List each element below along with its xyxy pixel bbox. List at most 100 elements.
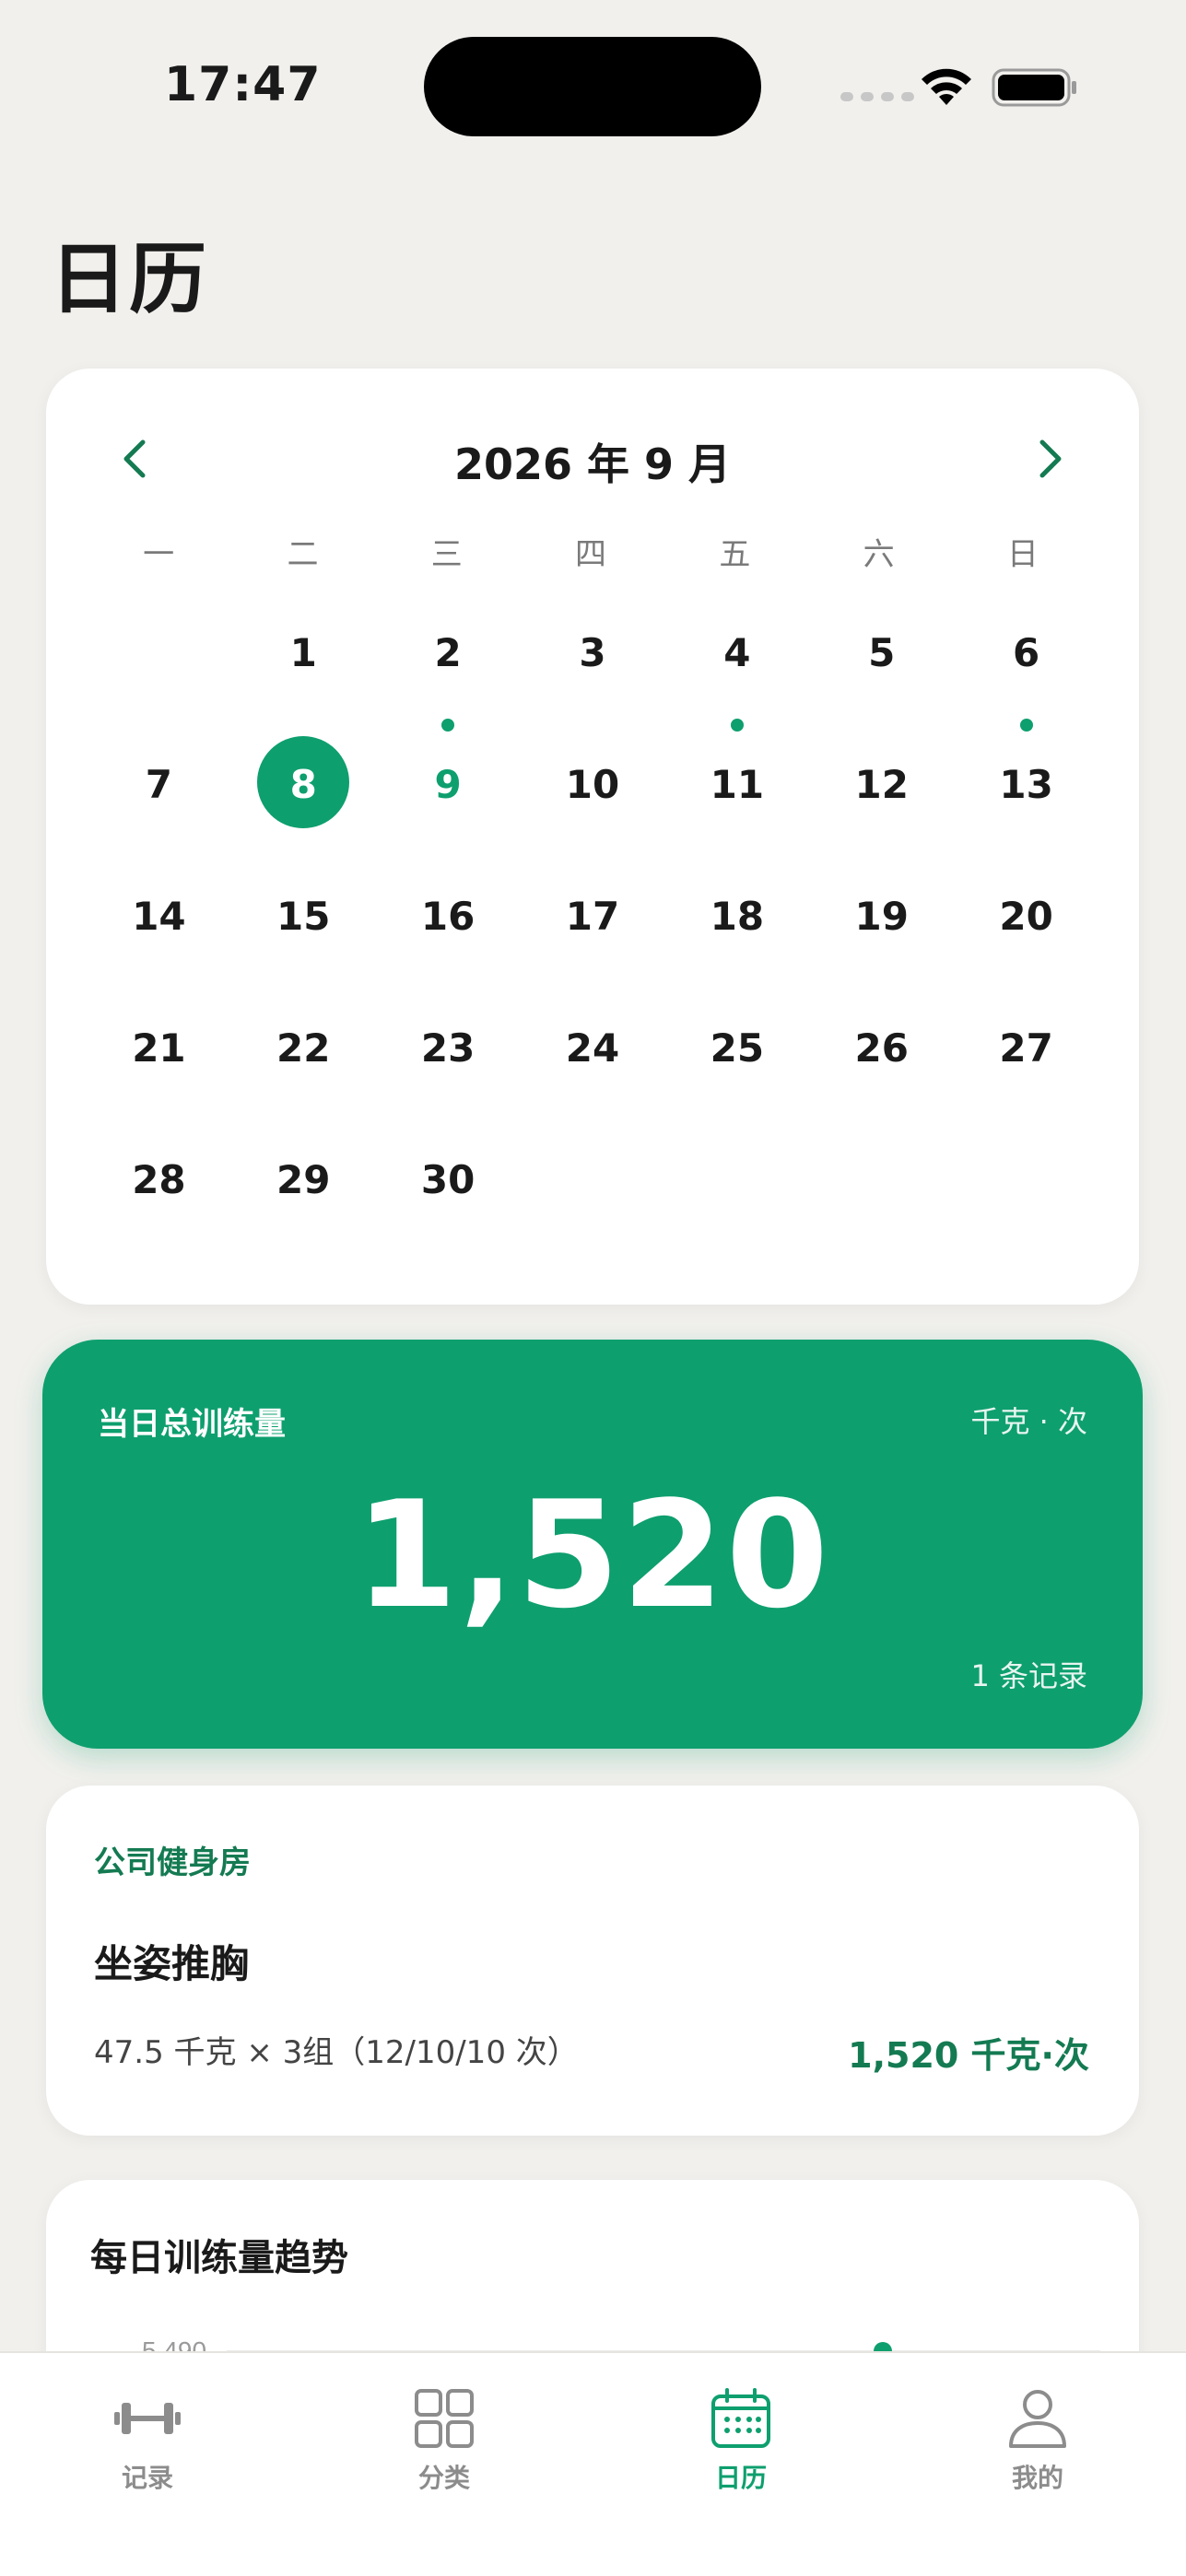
calendar-day[interactable]: 30: [376, 1126, 521, 1258]
day-number: 28: [132, 1157, 186, 1202]
wifi-icon: [922, 68, 971, 105]
workout-indicator-dot: [730, 719, 744, 732]
person-icon: [1009, 2390, 1066, 2448]
trend-title: 每日训练量趋势: [90, 2237, 348, 2279]
calendar-day[interactable]: 17: [521, 862, 665, 994]
tab-category[interactable]: 分类: [352, 2388, 536, 2517]
dynamic-island: [424, 37, 761, 136]
day-number: 25: [710, 1025, 765, 1071]
calendar-day[interactable]: 11: [664, 731, 809, 862]
workout-indicator-dot: [441, 719, 455, 732]
day-number: 3: [579, 630, 606, 675]
day-number: 6: [1012, 630, 1040, 675]
exercise-detail: 47.5 千克 × 3组（12/10/10 次）: [94, 2034, 579, 2071]
tab-calendar[interactable]: 日历: [649, 2388, 833, 2517]
day-number: 11: [710, 762, 765, 807]
next-month-button[interactable]: [1023, 431, 1078, 486]
day-number: 24: [565, 1025, 620, 1071]
day-number: 10: [565, 762, 620, 807]
calendar-day[interactable]: 2: [376, 599, 521, 732]
calendar-day[interactable]: 12: [809, 731, 954, 862]
tab-record[interactable]: 记录: [55, 2388, 240, 2517]
day-number: 2: [434, 630, 462, 675]
calendar-day[interactable]: 20: [954, 862, 1098, 994]
day-number: 4: [723, 630, 751, 675]
exercise-volume: 1,520 千克·次: [848, 2035, 1089, 2076]
day-number: 9: [434, 762, 462, 807]
calendar-day[interactable]: 7: [87, 731, 231, 862]
total-unit: 千克 · 次: [970, 1404, 1087, 1439]
weekday-label: 一: [143, 536, 175, 573]
day-number: 19: [854, 894, 909, 939]
battery-icon: [992, 68, 1076, 107]
day-number: 18: [710, 894, 765, 939]
exercise-name: 坐姿推胸: [94, 1941, 250, 1986]
chevron-right-icon: [1039, 439, 1062, 478]
calendar-day[interactable]: 22: [231, 994, 376, 1126]
calendar-day[interactable]: 29: [231, 1126, 376, 1258]
calendar-day[interactable]: 27: [954, 994, 1098, 1126]
total-label: 当日总训练量: [98, 1406, 286, 1443]
calendar-day[interactable]: 14: [87, 862, 231, 994]
day-number: 30: [420, 1157, 476, 1202]
calendar-day[interactable]: 19: [809, 862, 954, 994]
calendar-day[interactable]: 28: [87, 1126, 231, 1258]
calendar-day[interactable]: 10: [521, 731, 665, 862]
day-number: 8: [289, 762, 317, 807]
calendar-day[interactable]: 21: [87, 994, 231, 1126]
calendar-header: 2026 年 9 月: [46, 426, 1139, 490]
weekday-label: 日: [1006, 536, 1039, 573]
calendar-day[interactable]: 4: [664, 599, 809, 732]
day-number: 16: [420, 894, 476, 939]
calendar-day[interactable]: 9: [376, 731, 521, 862]
weekday-label: 四: [575, 536, 607, 573]
day-number: 12: [854, 762, 909, 807]
record-card[interactable]: 公司健身房 坐姿推胸 47.5 千克 × 3组（12/10/10 次） 1,52…: [46, 1786, 1139, 2136]
calendar-day[interactable]: 1: [231, 599, 376, 731]
status-bar: 17:47: [0, 0, 1186, 175]
weekday-label: 三: [430, 536, 463, 573]
calendar-day[interactable]: 15: [231, 862, 376, 994]
calendar-day[interactable]: 18: [664, 862, 809, 994]
day-number: 1: [289, 630, 317, 675]
calendar-empty-cell: [87, 599, 231, 731]
day-number: 26: [854, 1025, 909, 1071]
page-title: 日历: [50, 234, 209, 324]
workout-indicator-dot: [1019, 719, 1033, 732]
calendar-day[interactable]: 3: [521, 599, 665, 731]
day-number: 20: [999, 894, 1053, 939]
calendar-day[interactable]: 16: [376, 862, 521, 994]
calendar-day[interactable]: 5: [809, 599, 954, 731]
day-number: 22: [276, 1025, 331, 1071]
tab-label: 分类: [417, 2463, 470, 2493]
day-number: 13: [999, 762, 1053, 807]
tab-label: 记录: [121, 2463, 173, 2493]
calendar-day[interactable]: 6: [954, 599, 1098, 732]
day-number: 5: [868, 630, 896, 675]
weekday-label: 六: [863, 536, 895, 573]
day-number: 7: [145, 762, 173, 807]
calendar-icon: [711, 2388, 770, 2448]
weekday-label: 二: [287, 536, 319, 573]
day-number: 15: [276, 894, 331, 939]
tab-label: 我的: [1011, 2463, 1063, 2493]
calendar-day[interactable]: 13: [954, 731, 1098, 862]
tab-label: 日历: [714, 2463, 767, 2493]
calendar-grid: 1 2 3 4 5 6 7 8 9 10 11 12 13 14 15 16 17 18 19 20 21 22 23 24 2…: [87, 599, 1098, 1258]
calendar-day[interactable]: 23: [376, 994, 521, 1126]
day-number: 27: [999, 1025, 1053, 1071]
dumbbell-icon: [114, 2403, 181, 2434]
day-number: 29: [276, 1157, 331, 1202]
grid-icon: [415, 2389, 474, 2448]
tab-profile[interactable]: 我的: [945, 2388, 1130, 2517]
record-count: 1 条记录: [970, 1658, 1087, 1693]
gym-name: 公司健身房: [94, 1844, 251, 1881]
calendar-day[interactable]: 26: [809, 994, 954, 1126]
calendar-day[interactable]: 24: [521, 994, 665, 1126]
daily-total-card: 当日总训练量 千克 · 次 1,520 1 条记录: [42, 1340, 1143, 1749]
total-value: 1,520: [354, 1469, 831, 1641]
day-number: 23: [420, 1025, 476, 1071]
calendar-day[interactable]: 8: [231, 731, 376, 862]
weekday-label: 五: [719, 536, 751, 573]
calendar-day[interactable]: 25: [664, 994, 809, 1126]
